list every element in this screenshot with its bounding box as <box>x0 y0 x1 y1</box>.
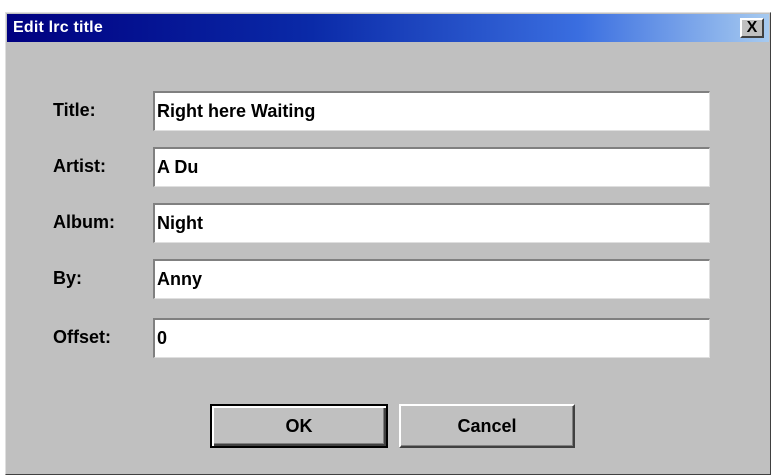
offset-input[interactable] <box>153 318 710 358</box>
artist-row: Artist: <box>6 147 770 187</box>
close-button[interactable]: X <box>740 18 764 38</box>
by-label: By: <box>53 268 83 288</box>
title-label: Title: <box>53 100 96 120</box>
ok-button[interactable]: OK <box>210 404 388 448</box>
cancel-button[interactable]: Cancel <box>399 404 575 448</box>
album-row: Album: <box>6 203 770 243</box>
window-title: Edit lrc title <box>13 19 103 36</box>
offset-label: Offset: <box>53 327 111 347</box>
title-bar[interactable]: Edit lrc title X <box>7 14 769 42</box>
artist-label: Artist: <box>53 156 106 176</box>
edit-lrc-title-dialog: Edit lrc title X Title: Artist: Album: B… <box>5 12 771 475</box>
offset-row: Offset: <box>6 318 770 358</box>
by-input[interactable] <box>153 259 710 299</box>
by-row: By: <box>6 259 770 299</box>
close-icon: X <box>746 19 758 36</box>
button-row: OK Cancel <box>6 404 770 448</box>
title-input[interactable] <box>153 91 710 131</box>
album-label: Album: <box>53 212 115 232</box>
album-input[interactable] <box>153 203 710 243</box>
artist-input[interactable] <box>153 147 710 187</box>
title-row: Title: <box>6 91 770 131</box>
